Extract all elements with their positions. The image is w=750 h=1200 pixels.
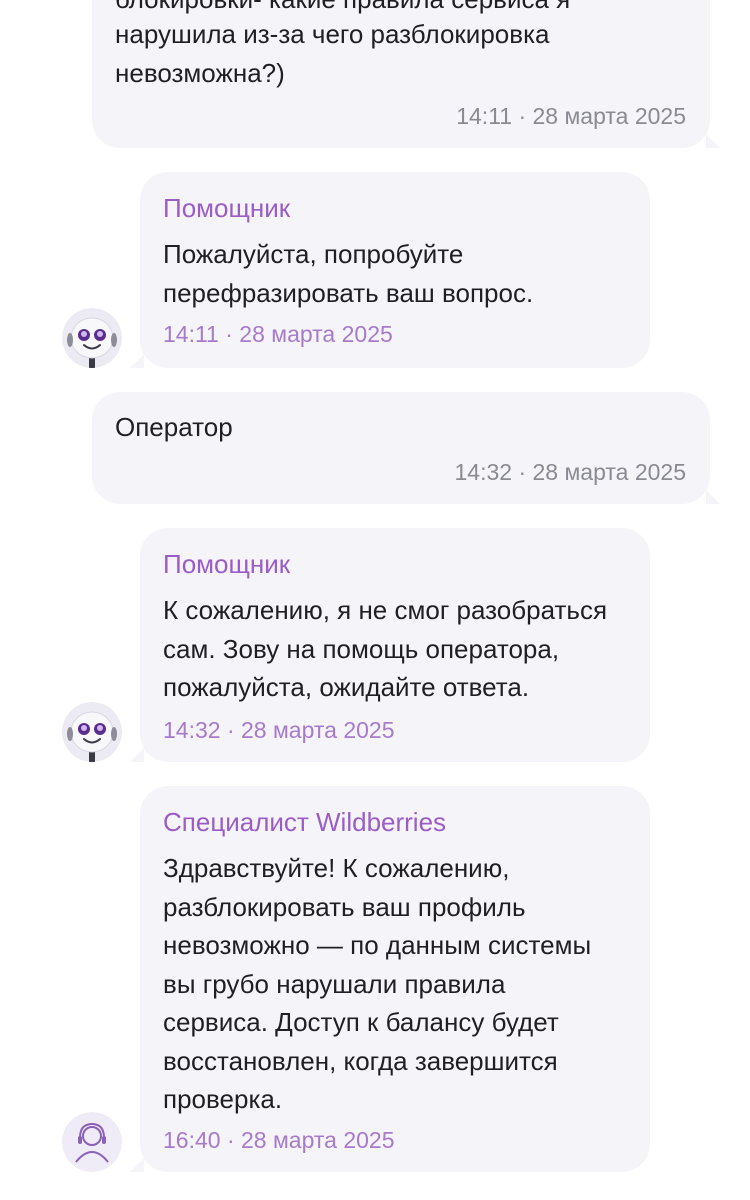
sender-name: Специалист Wildberries (163, 807, 447, 837)
sender-name: Помощник (163, 549, 291, 579)
incoming-message[interactable]: Специалист Wildberries Здравствуйте! К с… (130, 786, 650, 1172)
incoming-message[interactable]: Помощник К сожалению, я не смог разобрат… (130, 528, 650, 762)
message-timestamp: 14:11 · 28 марта 2025 (163, 321, 393, 347)
chat-thread: блокировки- какие правила сервиса я нару… (0, 0, 750, 1200)
outgoing-message[interactable]: Оператор 14:32 · 28 марта 2025 (92, 392, 720, 504)
message-timestamp: 16:40 · 28 марта 2025 (163, 1127, 395, 1153)
message-text: Здравствуйте! К сожалению, разблокироват… (163, 853, 592, 1114)
robot-avatar-icon (62, 308, 122, 368)
bubble-tail (706, 134, 720, 148)
message-timestamp: 14:11 · 28 марта 2025 (456, 103, 686, 129)
robot-avatar-icon (62, 702, 122, 762)
message-text: нарушила из-за чего разблокировка невозм… (115, 19, 550, 88)
message-timestamp: 14:32 · 28 марта 2025 (454, 459, 686, 485)
message-text: Оператор (115, 412, 233, 442)
message-text: К сожалению, я не смог разобраться сам. … (163, 595, 608, 702)
bubble-tail (130, 1158, 144, 1172)
bubble-tail (706, 490, 720, 504)
incoming-message[interactable]: Помощник Пожалуйста, попробуйте перефраз… (130, 172, 650, 368)
bubble-tail (130, 748, 144, 762)
support-agent-icon (62, 1112, 122, 1172)
sender-name: Помощник (163, 193, 291, 223)
message-text: Пожалуйста, попробуйте перефразировать в… (163, 239, 534, 308)
outgoing-message[interactable]: блокировки- какие правила сервиса я нару… (92, 0, 720, 148)
message-timestamp: 14:32 · 28 марта 2025 (163, 717, 395, 743)
bubble-tail (130, 354, 144, 368)
